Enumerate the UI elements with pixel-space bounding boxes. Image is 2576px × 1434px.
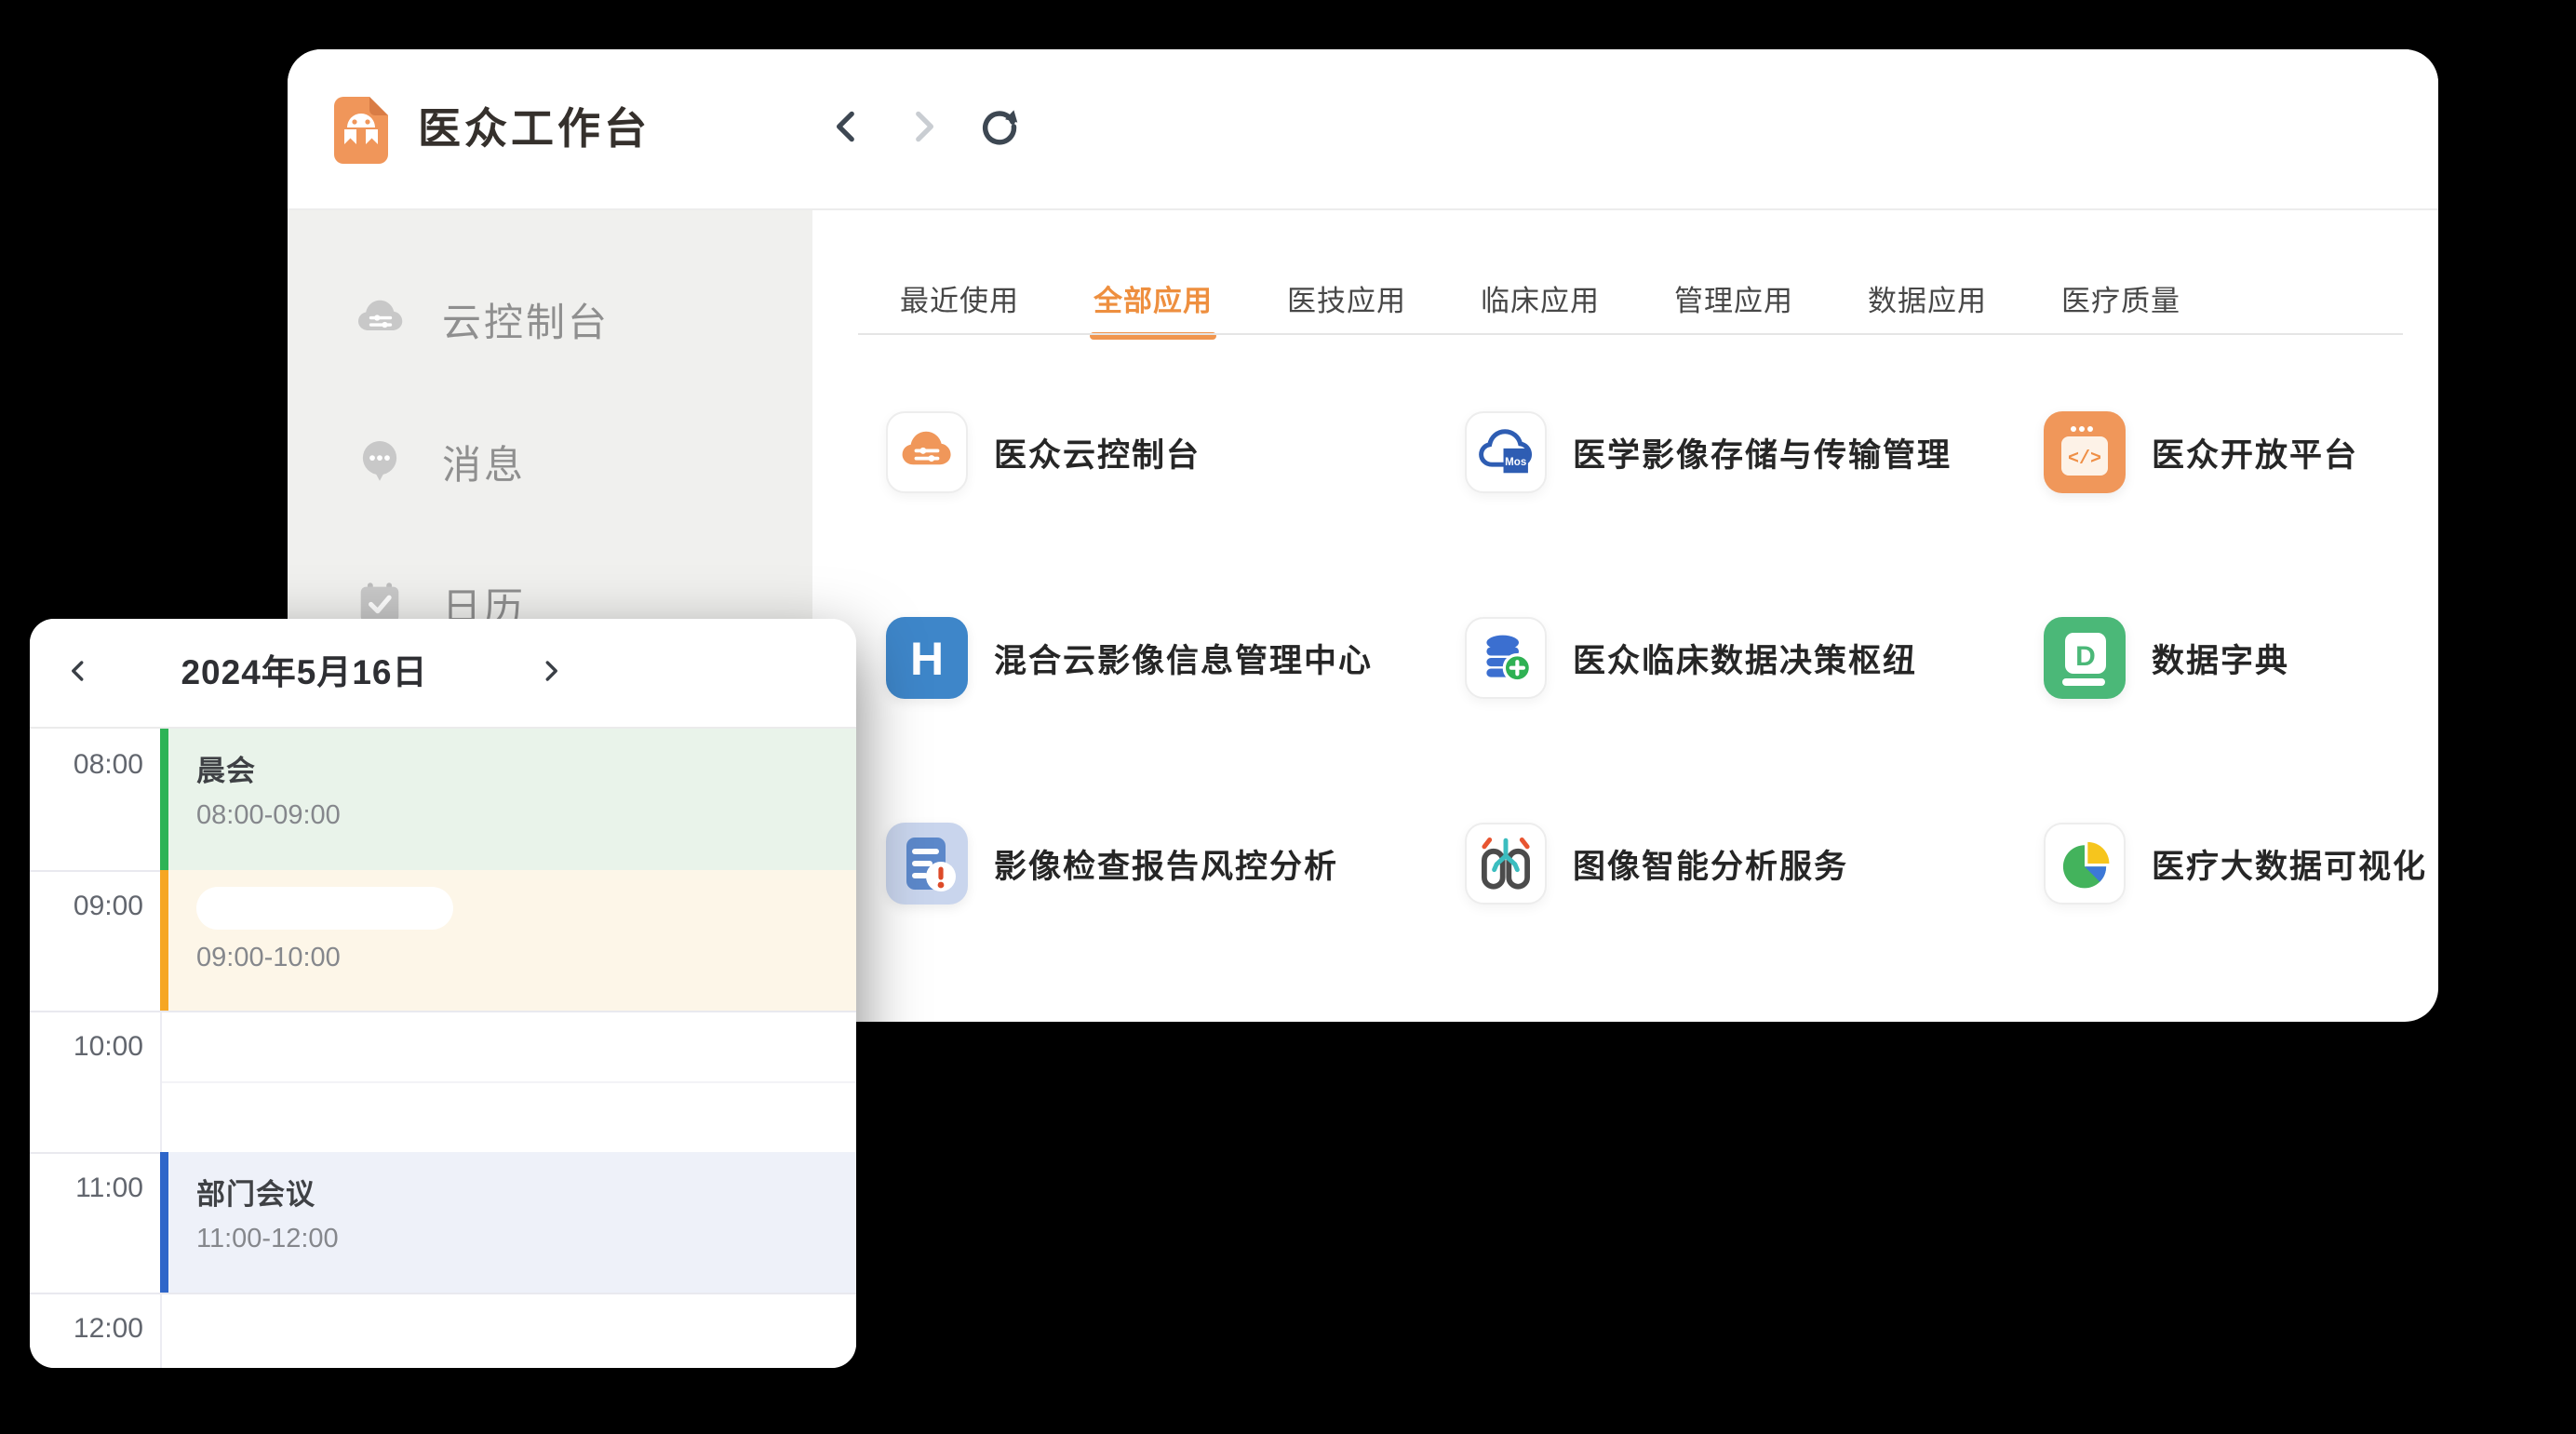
- tab-label: 数据应用: [1868, 277, 1987, 319]
- tab-1-active[interactable]: 全部应用: [1093, 265, 1213, 330]
- tab-3[interactable]: 临床应用: [1481, 265, 1600, 330]
- screen: 医众工作台: [0, 0, 2576, 1434]
- event-title: 晨会: [196, 747, 856, 789]
- app-item-7[interactable]: 图像智能分析服务: [1465, 823, 1848, 905]
- h-letter-icon: H: [886, 617, 968, 699]
- chevron-right-icon: [904, 107, 943, 151]
- calendar-day-grid: 08:00 09:00 10:00 11:00 12:00 晨会 08:00-09:00 09…: [30, 729, 856, 1368]
- calendar-event-blue[interactable]: 部门会议 11:00-12:00: [160, 1152, 856, 1293]
- hour-gridline: [30, 1011, 856, 1012]
- redacted-event-title: [196, 887, 453, 930]
- tab-label: 管理应用: [1674, 277, 1793, 319]
- sidebar-item-0[interactable]: 云控制台: [353, 280, 610, 358]
- app-name: 混合云影像信息管理中心: [994, 635, 1373, 682]
- tab-label: 医技应用: [1287, 277, 1406, 319]
- tab-6[interactable]: 医疗质量: [2061, 265, 2180, 330]
- forward-button[interactable]: [902, 108, 945, 151]
- sidebar-item-label: 消息: [442, 434, 526, 490]
- mos-cloud-icon: Mos: [1465, 411, 1547, 493]
- tab-label: 全部应用: [1093, 277, 1213, 319]
- window-title: 医众工作台: [418, 49, 651, 208]
- app-name: 医众临床数据决策枢纽: [1573, 635, 1917, 682]
- calendar-card: 2024年5月16日 08:0009:0010:0011:0012:00晨会08…: [30, 619, 856, 1368]
- time-label: 09:00: [30, 891, 143, 922]
- chevron-right-icon: [537, 657, 565, 690]
- event-title: 部门会议: [196, 1171, 856, 1213]
- app-item-2[interactable]: </> 医众开放平台: [2044, 411, 2358, 493]
- tab-2[interactable]: 医技应用: [1287, 265, 1406, 330]
- chevron-left-icon: [827, 107, 866, 151]
- report-alert-icon: [886, 823, 968, 905]
- app-name: 医众云控制台: [994, 429, 1201, 476]
- cloud-console-gray-icon: [353, 291, 409, 347]
- app-name: 图像智能分析服务: [1573, 840, 1848, 888]
- data-dictionary-icon: D: [2044, 617, 2126, 699]
- svg-text:H: H: [910, 633, 944, 685]
- app-name: 医疗大数据可视化: [2152, 840, 2427, 888]
- pie-chart-icon: [2044, 823, 2126, 905]
- app-name: 影像检查报告风控分析: [994, 840, 1338, 888]
- app-name: 数据字典: [2152, 635, 2289, 682]
- event-time-range: 08:00-09:00: [196, 800, 856, 831]
- browser-nav: [825, 49, 1021, 208]
- refresh-button[interactable]: [978, 108, 1021, 151]
- tab-label: 医疗质量: [2061, 277, 2180, 319]
- svg-text:D: D: [2075, 641, 2096, 672]
- chevron-left-icon: [64, 657, 92, 690]
- svg-text:</>: </>: [2068, 449, 2101, 470]
- tab-4[interactable]: 管理应用: [1674, 265, 1793, 330]
- app-item-1[interactable]: Mos 医学影像存储与传输管理: [1465, 411, 1952, 493]
- app-item-3[interactable]: H 混合云影像信息管理中心: [886, 617, 1373, 699]
- time-label: 10:00: [30, 1031, 143, 1063]
- tab-label: 临床应用: [1481, 277, 1600, 319]
- back-button[interactable]: [825, 108, 868, 151]
- event-time-range: 11:00-12:00: [196, 1224, 856, 1254]
- app-item-4[interactable]: 医众临床数据决策枢纽: [1465, 617, 1917, 699]
- lungs-icon: [1465, 823, 1547, 905]
- half-hour-gridline: [162, 1081, 856, 1083]
- hour-gridline: [30, 1293, 856, 1294]
- app-item-8[interactable]: 医疗大数据可视化: [2044, 823, 2427, 905]
- time-label: 08:00: [30, 749, 143, 781]
- event-time-range: 09:00-10:00: [196, 943, 856, 973]
- app-name: 医众开放平台: [2152, 429, 2358, 476]
- calendar-event-green[interactable]: 晨会 08:00-09:00: [160, 729, 856, 870]
- calendar-next-day-button[interactable]: [530, 619, 571, 727]
- time-label: 11:00: [30, 1173, 143, 1204]
- calendar-header: 2024年5月16日: [30, 619, 856, 729]
- refresh-icon: [979, 106, 1020, 152]
- app-category-tabs: 最近使用 全部应用 医技应用 临床应用 管理应用 数据应用 医疗质量: [900, 265, 2180, 330]
- cloud-console-icon: [886, 411, 968, 493]
- app-item-5[interactable]: D 数据字典: [2044, 617, 2289, 699]
- calendar-date: 2024年5月16日: [141, 619, 467, 727]
- app-item-0[interactable]: 医众云控制台: [886, 411, 1201, 493]
- open-platform-icon: </>: [2044, 411, 2126, 493]
- tabs-divider: [858, 333, 2403, 335]
- database-plus-icon: [1465, 617, 1547, 699]
- calendar-event-orange[interactable]: 09:00-10:00: [160, 870, 856, 1012]
- message-bubble-icon: [353, 434, 409, 489]
- tab-label: 最近使用: [900, 277, 1019, 319]
- app-logo-icon: [332, 95, 390, 166]
- svg-text:Mos: Mos: [1505, 457, 1526, 468]
- tab-5[interactable]: 数据应用: [1868, 265, 1987, 330]
- app-item-6[interactable]: 影像检查报告风控分析: [886, 823, 1338, 905]
- sidebar-item-label: 云控制台: [442, 291, 610, 348]
- sidebar-item-1[interactable]: 消息: [353, 422, 526, 501]
- app-name: 医学影像存储与传输管理: [1573, 429, 1952, 476]
- calendar-prev-day-button[interactable]: [58, 619, 99, 727]
- time-label: 12:00: [30, 1313, 143, 1345]
- window-header: 医众工作台: [288, 49, 2438, 210]
- tab-0[interactable]: 最近使用: [900, 265, 1019, 330]
